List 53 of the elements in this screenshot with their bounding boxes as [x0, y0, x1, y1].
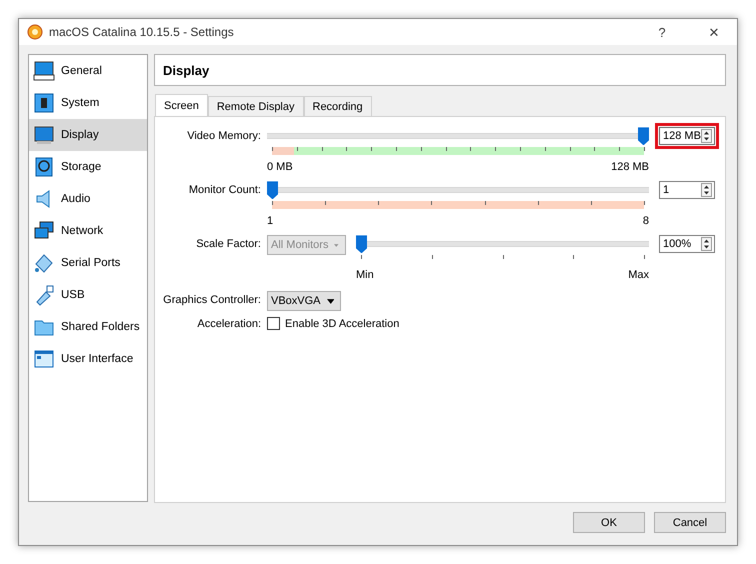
cancel-button[interactable]: Cancel [654, 512, 726, 534]
field-label: Graphics Controller: [162, 293, 262, 306]
max-label: Max [628, 269, 649, 282]
tab[interactable]: Screen [155, 94, 208, 116]
sidebar-item[interactable]: Serial Ports [29, 247, 147, 280]
caret-icon [334, 242, 339, 248]
controller-dropdown[interactable]: VBoxVGA [267, 291, 341, 312]
sidebar-item[interactable]: Audio [29, 183, 147, 216]
sidebar-item[interactable]: User Interface [29, 343, 147, 376]
slider[interactable] [356, 235, 649, 254]
field-label: Scale Factor: [195, 237, 262, 250]
sidebar-item[interactable]: USB [29, 279, 147, 312]
max-label: 128 MB [611, 161, 649, 174]
tab[interactable]: Recording [304, 96, 372, 118]
field-label: Monitor Count: [188, 183, 262, 196]
window-title: macOS Catalina 10.15.5 - Settings [49, 25, 235, 40]
field-label: Acceleration: [196, 318, 262, 330]
help-button[interactable]: ? [639, 24, 685, 40]
sidebar-item[interactable]: General [29, 55, 147, 88]
app-icon [27, 24, 43, 40]
spin-arrows-icon[interactable] [701, 129, 712, 144]
ok-button[interactable]: OK [573, 512, 645, 534]
max-label: 8 [642, 215, 649, 228]
min-label: Min [356, 269, 374, 282]
sidebar-item[interactable]: Network [29, 215, 147, 248]
category-icon [33, 92, 55, 114]
slider[interactable] [267, 181, 649, 200]
category-icon [33, 60, 55, 82]
field-label: Video Memory: [186, 129, 262, 142]
caret-icon [326, 298, 334, 304]
category-icon [33, 124, 55, 146]
min-label: 0 MB [267, 161, 293, 174]
category-icon [33, 348, 55, 370]
spin-box[interactable]: 100% [659, 235, 715, 254]
sidebar-item[interactable]: Shared Folders [29, 311, 147, 344]
page-title: Display [154, 54, 726, 86]
category-icon [33, 252, 55, 274]
tab[interactable]: Remote Display [208, 96, 304, 118]
spin-arrows-icon[interactable] [701, 237, 712, 252]
slider-thumb[interactable] [356, 235, 367, 254]
slider-thumb[interactable] [267, 181, 278, 200]
category-icon [33, 156, 55, 178]
slider[interactable] [267, 127, 649, 146]
spin-arrows-icon[interactable] [701, 183, 712, 198]
checkbox-label[interactable]: Enable 3D Acceleration [285, 318, 400, 330]
checkbox[interactable] [267, 317, 280, 330]
close-button[interactable]: ✕ [691, 24, 737, 40]
spin-box[interactable]: 1 [659, 181, 715, 200]
slider-thumb[interactable] [638, 127, 649, 146]
sidebar-item[interactable]: Display [29, 119, 147, 152]
sidebar-item[interactable]: System [29, 87, 147, 120]
min-label: 1 [267, 215, 274, 228]
sidebar-item[interactable]: Storage [29, 151, 147, 184]
